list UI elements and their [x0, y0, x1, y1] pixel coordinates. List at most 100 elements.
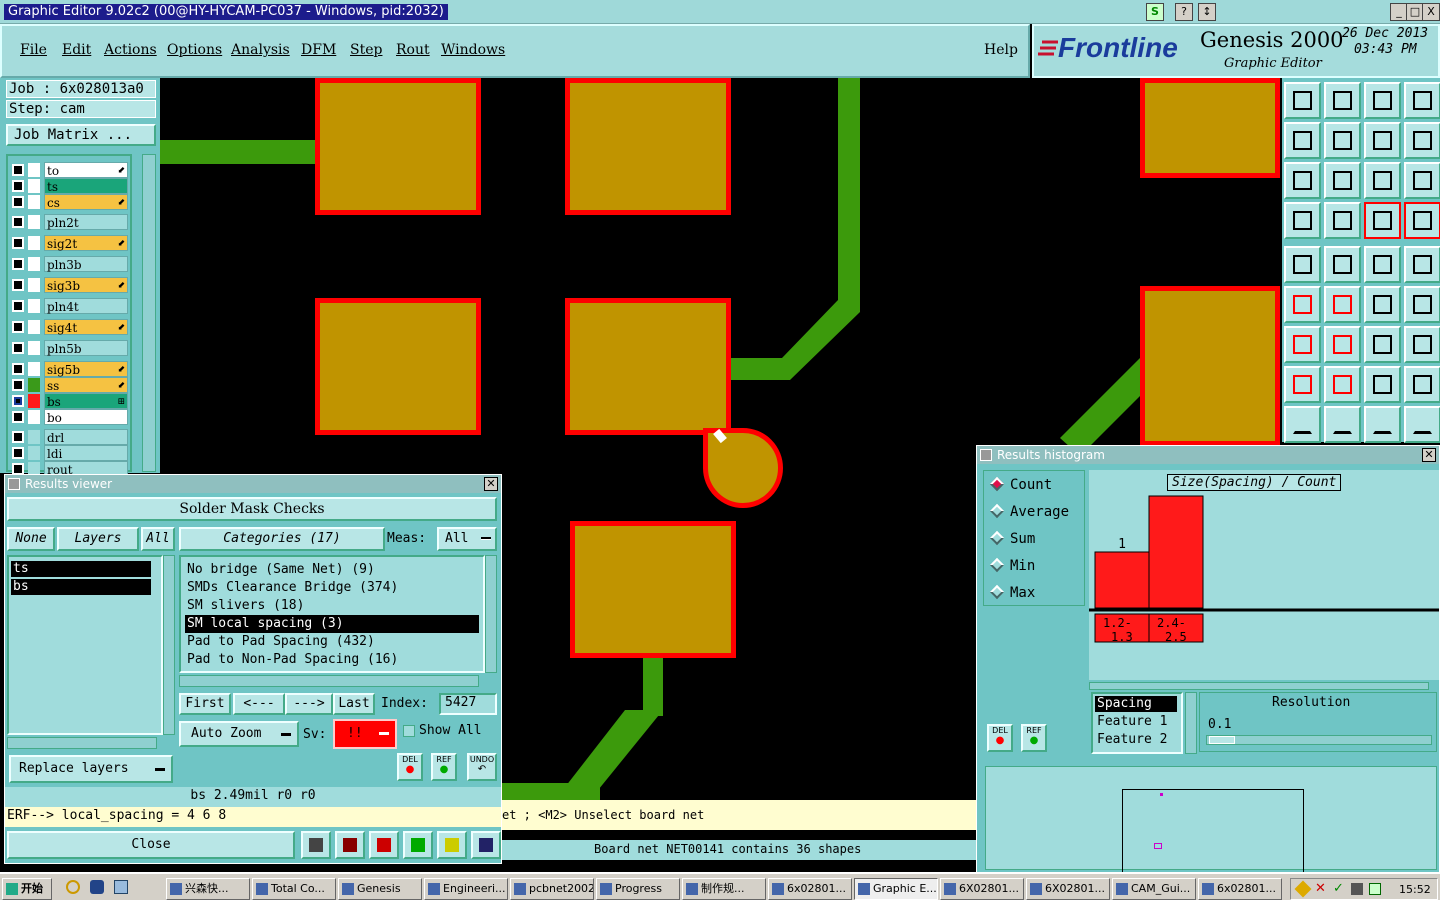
home-icon[interactable]: [1364, 82, 1401, 119]
layer-name[interactable]: sig5b ⬋: [44, 361, 128, 377]
zoom-fit-icon[interactable]: [1284, 162, 1321, 199]
zoom-in-icon[interactable]: [1284, 122, 1321, 159]
histogram-title-bar[interactable]: Results histogram ✕: [977, 446, 1439, 464]
histogram-bar[interactable]: [1148, 495, 1204, 609]
close-icon[interactable]: ✕: [1422, 448, 1436, 462]
layer-checkbox[interactable]: [12, 431, 24, 443]
mode-radio-min[interactable]: Min: [989, 557, 1035, 574]
mode-radio-average[interactable]: Average: [989, 503, 1069, 520]
menu-analysis[interactable]: Analysis: [231, 42, 290, 58]
layer-color-swatch[interactable]: [28, 378, 40, 392]
menu-edit[interactable]: Edit: [62, 42, 91, 58]
layer-checkbox[interactable]: [12, 379, 24, 391]
layers-button[interactable]: Layers: [57, 527, 139, 551]
job-matrix-button[interactable]: Job Matrix ...: [6, 124, 156, 146]
layer-row-pln2t[interactable]: pln2t: [10, 214, 128, 230]
param-scrollbar[interactable]: [1185, 692, 1197, 754]
layer-name[interactable]: bs ⊞: [44, 393, 128, 409]
replace-layers-dropdown[interactable]: Replace layers: [9, 755, 173, 783]
scale-icon[interactable]: [1364, 162, 1401, 199]
first-button[interactable]: First: [179, 693, 231, 715]
mode-radio-count[interactable]: Count: [989, 476, 1052, 493]
pad[interactable]: [565, 298, 731, 435]
ref-button[interactable]: REF ●: [431, 753, 457, 781]
category-hscrollbar[interactable]: [179, 675, 479, 687]
layer-name[interactable]: pln4t: [44, 298, 128, 314]
none-button[interactable]: None: [7, 527, 55, 551]
hist-del-button[interactable]: DEL ●: [987, 724, 1013, 752]
result-layer-list[interactable]: ts bs: [7, 555, 163, 735]
triangle-icon[interactable]: [1404, 406, 1440, 443]
tray-icon[interactable]: [1351, 883, 1363, 895]
layer-list-scrollbar[interactable]: [142, 154, 156, 472]
layer-color-swatch[interactable]: [28, 430, 40, 444]
layer-checkbox[interactable]: [12, 395, 24, 407]
layer-list-scrollbar[interactable]: [163, 555, 175, 735]
menu-file[interactable]: File: [20, 42, 47, 58]
severity-dropdown[interactable]: !!: [333, 719, 397, 749]
layer-name[interactable]: pln5b: [44, 340, 128, 356]
layer-color-swatch[interactable]: [28, 341, 40, 355]
del-button[interactable]: DEL ●: [397, 753, 423, 781]
layer-checkbox[interactable]: [12, 258, 24, 270]
move-node-icon[interactable]: [1404, 286, 1440, 323]
layer-color-swatch[interactable]: [28, 195, 40, 209]
help-icon[interactable]: ?: [1175, 3, 1193, 21]
category-list[interactable]: No bridge (Same Net) (9) SMDs Clearance B…: [179, 555, 485, 673]
chart-icon[interactable]: [471, 831, 501, 859]
layer-checkbox[interactable]: [12, 279, 24, 291]
layer-color-swatch[interactable]: [28, 179, 40, 193]
histogram-view-icon[interactable]: [301, 831, 331, 859]
layer-checkbox[interactable]: [12, 164, 24, 176]
ruler-icon[interactable]: [1364, 246, 1401, 283]
layer-name[interactable]: bo: [44, 409, 128, 425]
list-item[interactable]: Feature 1: [1095, 714, 1167, 729]
layer-row-pln3b[interactable]: pln3b: [10, 256, 128, 272]
category-item[interactable]: SM local spacing (3): [185, 615, 479, 633]
taskbar-item[interactable]: 6X02801...: [1026, 878, 1110, 900]
layer-name[interactable]: ts: [44, 178, 128, 194]
window-title-bar[interactable]: Graphic Editor 9.02c2 (00@HY-HYCAM-PC037…: [0, 0, 1440, 24]
layer-checkbox[interactable]: [12, 342, 24, 354]
tray-icon[interactable]: [1369, 883, 1381, 895]
layer-name[interactable]: ss ⬋: [44, 377, 128, 393]
triangle-icon[interactable]: [1324, 406, 1361, 443]
close-button[interactable]: X: [1422, 3, 1440, 21]
minus-icon[interactable]: [1324, 366, 1361, 403]
list-item[interactable]: ts: [11, 561, 151, 577]
taskbar-item[interactable]: CAM_Gui...: [1112, 878, 1196, 900]
layer-color-swatch[interactable]: [28, 320, 40, 334]
circle-icon[interactable]: [1404, 246, 1440, 283]
layer-name[interactable]: to ⬋: [44, 162, 128, 178]
layer-color-swatch[interactable]: [28, 362, 40, 376]
layer-checkbox[interactable]: [12, 411, 24, 423]
snap-icon[interactable]: [1404, 122, 1440, 159]
quicklaunch-icon[interactable]: [66, 880, 80, 894]
taskbar-item[interactable]: Total Co...: [252, 878, 336, 900]
layer-checkbox[interactable]: [12, 196, 24, 208]
layer-row-sig5b[interactable]: sig5b ⬋: [10, 361, 128, 377]
layer-row-ss[interactable]: ss ⬋: [10, 377, 128, 393]
center-icon[interactable]: [1324, 162, 1361, 199]
pad[interactable]: [1140, 78, 1280, 178]
layer-color-swatch[interactable]: [28, 163, 40, 177]
triangle-icon[interactable]: [1284, 406, 1321, 443]
taskbar-item[interactable]: 6x02801...: [1198, 878, 1282, 900]
layer-checkbox[interactable]: [12, 321, 24, 333]
list-item[interactable]: bs: [11, 579, 151, 595]
category-scrollbar[interactable]: [485, 555, 497, 673]
layer-row-to[interactable]: to ⬋: [10, 162, 128, 178]
layer-checkbox[interactable]: [12, 363, 24, 375]
layer-row-drl[interactable]: drl: [10, 429, 128, 445]
tray-icon[interactable]: [1294, 880, 1312, 898]
tray-icon[interactable]: ✕: [1315, 881, 1326, 896]
select-box-icon[interactable]: [1284, 366, 1321, 403]
shape-icon[interactable]: [1324, 246, 1361, 283]
taskbar-item[interactable]: 兴森快...: [166, 878, 250, 900]
menu-options[interactable]: Options: [167, 42, 222, 58]
undo-button[interactable]: UNDO ↶: [467, 753, 497, 781]
list-item[interactable]: Spacing: [1095, 696, 1177, 712]
save-icon[interactable]: [1324, 82, 1361, 119]
menu-actions[interactable]: Actions: [104, 42, 157, 58]
report-icon[interactable]: [335, 831, 365, 859]
